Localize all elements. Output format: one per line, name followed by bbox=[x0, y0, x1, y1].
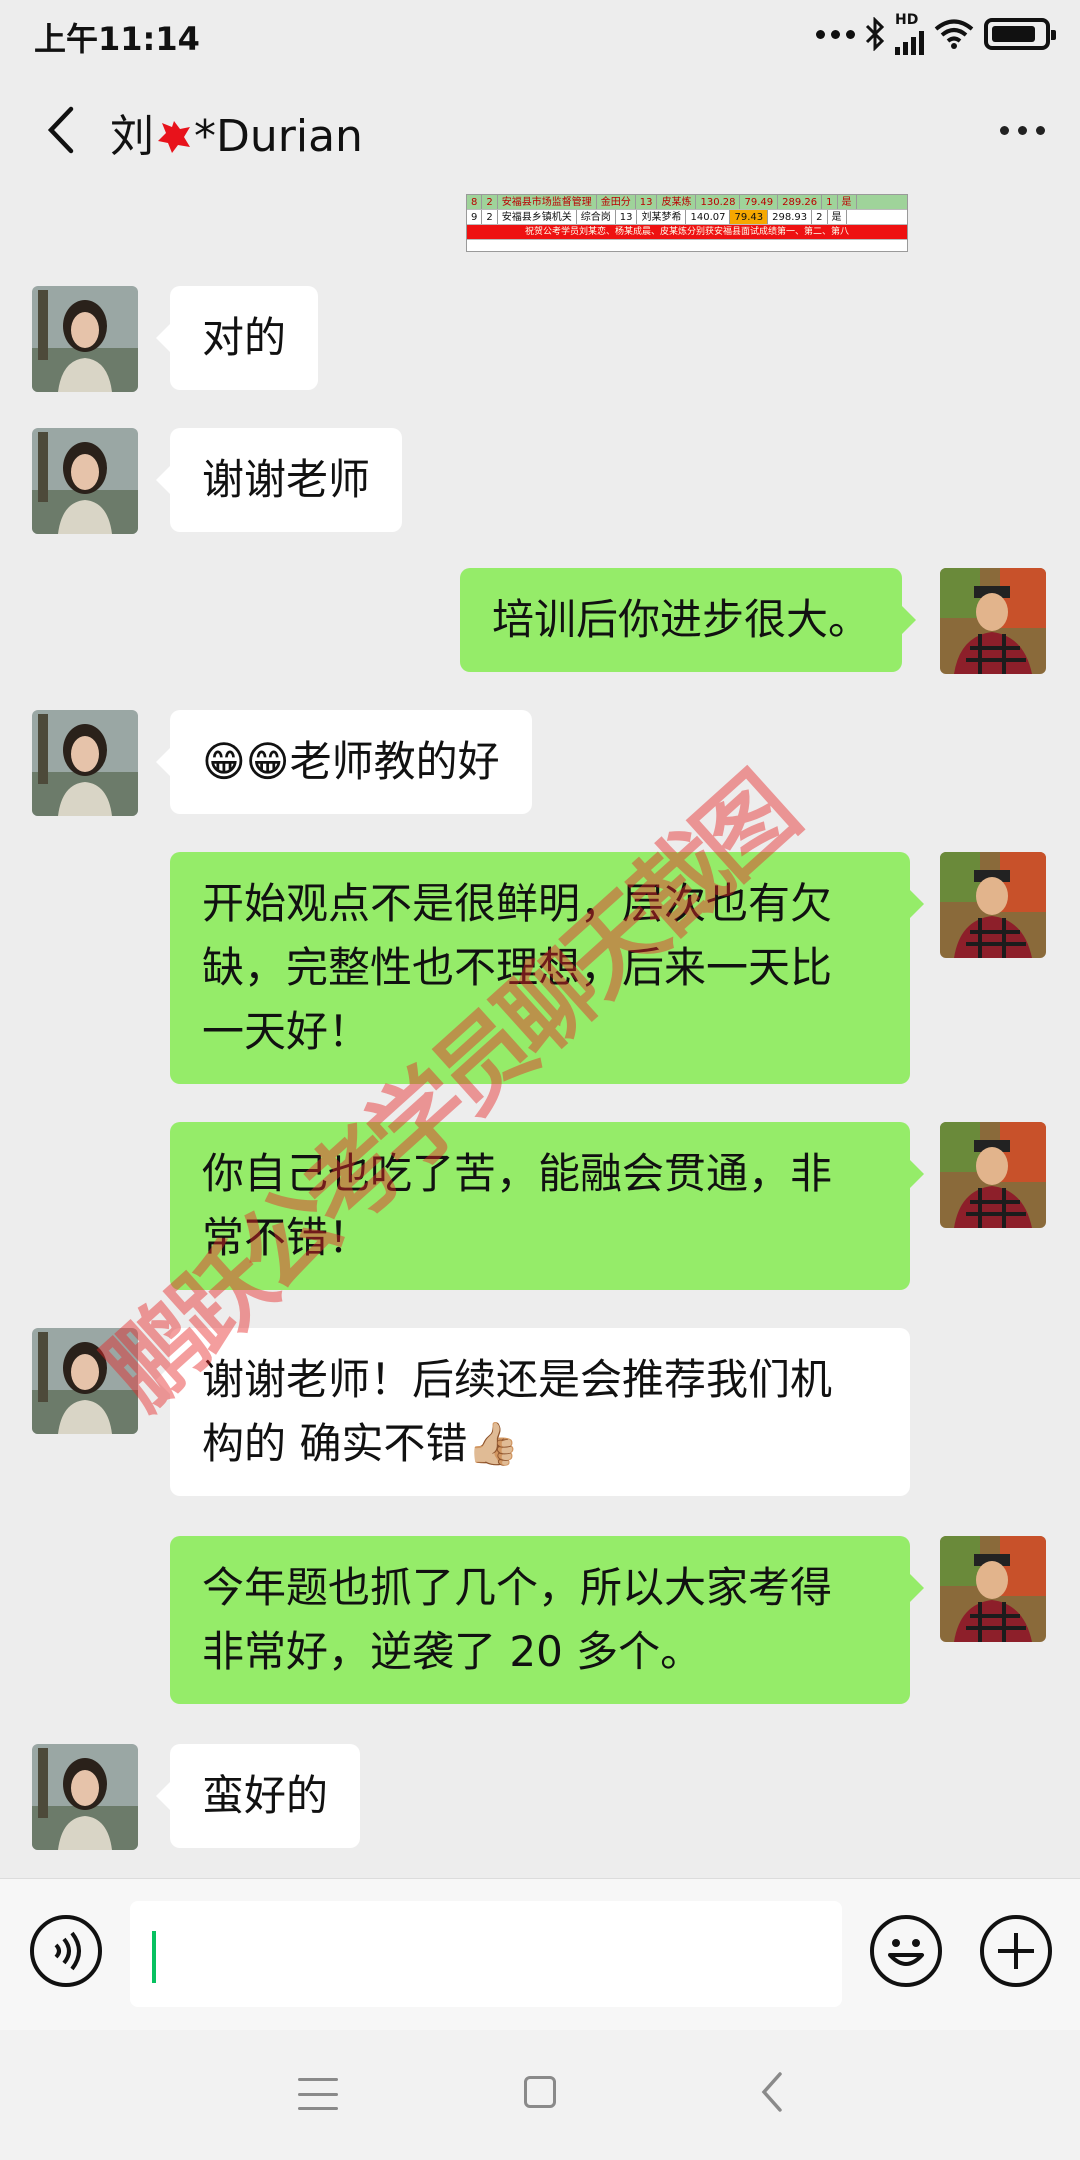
network-label: HD bbox=[895, 12, 919, 28]
bluetooth-icon bbox=[865, 17, 885, 51]
contact-avatar-photo bbox=[32, 710, 138, 816]
contact-avatar-photo bbox=[32, 428, 138, 534]
message-list[interactable]: 8 2 安福县市场监督管理 金田分 13 皮某炼 130.28 79.49 28… bbox=[0, 194, 1080, 1878]
my-avatar-photo bbox=[940, 568, 1046, 674]
chat-title-name: 刘 bbox=[110, 111, 154, 162]
contact-avatar-photo bbox=[32, 1328, 138, 1434]
voice-icon bbox=[54, 1931, 81, 1971]
contact-avatar-photo bbox=[32, 286, 138, 392]
message-line: 一天好！ bbox=[202, 1007, 371, 1056]
more-dot bbox=[999, 125, 1009, 135]
contact-avatar[interactable] bbox=[32, 1744, 138, 1850]
message-bubble-incoming[interactable]: 😁😁老师教的好 bbox=[156, 710, 532, 814]
back-button[interactable] bbox=[30, 98, 94, 162]
battery-icon bbox=[984, 18, 1056, 50]
voice-button[interactable] bbox=[30, 1915, 102, 1987]
message-bubble-incoming[interactable]: 谢谢老师 bbox=[155, 428, 403, 532]
my-avatar[interactable] bbox=[940, 1536, 1046, 1642]
my-avatar[interactable] bbox=[940, 1122, 1046, 1228]
chat-screen: 上午11:14 HD 刘 *Durian 8 2 安福县市场监督管理 金田分 1… bbox=[0, 0, 1080, 2160]
image-table-row: 9 2 安福县乡镇机关 综合岗 13 刘某梦希 140.07 79.43 298… bbox=[467, 210, 907, 225]
back-icon[interactable] bbox=[758, 2070, 788, 2114]
more-actions-button[interactable] bbox=[980, 1915, 1052, 1987]
contact-avatar[interactable] bbox=[32, 710, 138, 816]
more-dot bbox=[1017, 125, 1027, 135]
nav-back-chevron bbox=[761, 2072, 782, 2112]
dots-icon bbox=[816, 29, 855, 39]
shared-image-message[interactable]: 8 2 安福县市场监督管理 金田分 13 皮某炼 130.28 79.49 28… bbox=[466, 194, 908, 252]
menu-icon[interactable] bbox=[298, 2078, 338, 2110]
message-bubble-outgoing[interactable]: 你自己也吃了苦，能融会贯通，非 常不错！ bbox=[170, 1122, 924, 1290]
message-line: 今年题也抓了几个，所以大家考得 bbox=[202, 1563, 833, 1612]
contact-avatar[interactable] bbox=[32, 286, 138, 392]
more-options-button[interactable] bbox=[990, 98, 1054, 162]
my-avatar[interactable] bbox=[940, 568, 1046, 674]
chat-title: 刘 *Durian bbox=[110, 100, 363, 164]
chevron-left-icon bbox=[47, 106, 74, 154]
message-bubble-incoming[interactable]: 谢谢老师！后续还是会推荐我们机 构的 确实不错👍🏼 bbox=[156, 1328, 910, 1496]
image-caption-banner: 祝贺公考学员刘某恋、杨某成晨、皮某炼分别获安福县面试成绩第一、第二、第八 bbox=[467, 225, 907, 240]
text-cursor bbox=[152, 1931, 156, 1983]
contact-avatar[interactable] bbox=[32, 1328, 138, 1434]
message-bubble-incoming[interactable]: 蛮好的 bbox=[155, 1744, 361, 1848]
my-avatar-photo bbox=[940, 852, 1046, 958]
chat-title-suffix: *Durian bbox=[194, 111, 363, 162]
message-bubble-outgoing[interactable]: 今年题也抓了几个，所以大家考得 非常好，逆袭了 20 多个。 bbox=[170, 1536, 924, 1704]
message-line: 开始观点不是很鲜明，层次也有欠 bbox=[202, 879, 833, 928]
status-bar: 上午11:14 HD bbox=[0, 0, 1080, 66]
message-line: 你自己也吃了苦，能融会贯通，非 bbox=[202, 1149, 833, 1198]
signal-icon: HD bbox=[895, 13, 924, 55]
my-avatar-photo bbox=[940, 1122, 1046, 1228]
wifi-icon bbox=[934, 19, 974, 49]
message-line: 谢谢老师！后续还是会推荐我们机 bbox=[202, 1355, 833, 1404]
status-icons: HD bbox=[816, 13, 1056, 55]
message-bubble-outgoing[interactable]: 培训后你进步很大。 bbox=[460, 568, 917, 672]
my-avatar[interactable] bbox=[940, 852, 1046, 958]
status-time: 上午11:14 bbox=[34, 20, 200, 58]
message-line: 常不错！ bbox=[202, 1213, 371, 1262]
emoji-button[interactable] bbox=[870, 1915, 942, 1987]
system-nav-bar bbox=[0, 2030, 1080, 2160]
message-input[interactable] bbox=[130, 1901, 842, 2007]
contact-avatar-photo bbox=[32, 1744, 138, 1850]
chat-header: 刘 *Durian bbox=[0, 66, 1080, 194]
redaction-mark bbox=[158, 121, 190, 153]
more-dot bbox=[1035, 125, 1045, 135]
contact-avatar[interactable] bbox=[32, 428, 138, 534]
message-bubble-outgoing[interactable]: 开始观点不是很鲜明，层次也有欠 缺，完整性也不理想，后来一天比 一天好！ bbox=[170, 852, 924, 1084]
my-avatar-photo bbox=[940, 1536, 1046, 1642]
message-line: 非常好，逆袭了 20 多个。 bbox=[202, 1627, 703, 1676]
input-bar bbox=[0, 1878, 1080, 2030]
message-line: 构的 确实不错👍🏼 bbox=[202, 1419, 520, 1468]
home-icon[interactable] bbox=[524, 2076, 556, 2108]
emoji-icon bbox=[888, 1939, 924, 1966]
message-bubble-incoming[interactable]: 对的 bbox=[155, 286, 319, 390]
message-line: 缺，完整性也不理想，后来一天比 bbox=[202, 943, 833, 992]
image-table-row: 8 2 安福县市场监督管理 金田分 13 皮某炼 130.28 79.49 28… bbox=[467, 195, 907, 210]
